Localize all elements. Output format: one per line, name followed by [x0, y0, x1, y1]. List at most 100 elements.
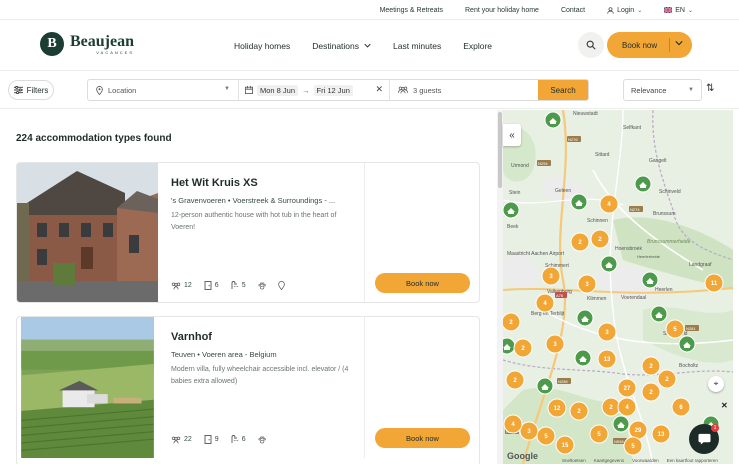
cluster-marker[interactable]: 12 — [547, 398, 567, 418]
cluster-marker[interactable]: 15 — [555, 435, 575, 455]
cluster-marker[interactable]: 13 — [651, 424, 671, 444]
cluster-marker[interactable]: 11 — [704, 273, 724, 293]
cluster-count: 15 — [562, 443, 569, 449]
house-marker[interactable] — [536, 377, 554, 395]
nav-holiday-homes[interactable]: Holiday homes — [234, 41, 290, 51]
house-marker[interactable] — [634, 175, 652, 193]
road-label: N294 — [538, 161, 548, 166]
button-divider — [669, 38, 670, 52]
house-marker[interactable] — [612, 415, 630, 433]
house-marker[interactable] — [570, 193, 588, 211]
filters-button[interactable]: Filters — [8, 80, 54, 100]
cluster-marker[interactable]: 6 — [671, 397, 691, 417]
logo[interactable]: B Beaujean VACANCES — [40, 32, 134, 56]
link-rent-home[interactable]: Rent your holiday home — [465, 7, 539, 14]
house-marker[interactable] — [574, 349, 592, 367]
scrollbar-thumb[interactable] — [498, 112, 502, 188]
map[interactable]: Nieuwstadt Selfkant Sittard Gangelt Urmo… — [503, 110, 733, 464]
cluster-marker[interactable]: 4 — [599, 194, 619, 214]
nav-destinations[interactable]: Destinations — [312, 41, 371, 51]
cluster-marker[interactable]: 5 — [665, 319, 685, 339]
house-marker[interactable] — [678, 335, 696, 353]
header-book-now-button[interactable]: Book now — [607, 32, 692, 58]
card-location: 's Gravenvoeren • Voerstreek & Surroundi… — [171, 196, 336, 205]
cluster-marker[interactable]: 2 — [601, 397, 621, 417]
cluster-marker[interactable]: 2 — [641, 356, 661, 376]
cluster-marker[interactable]: 27 — [617, 378, 637, 398]
sort-order-icon[interactable]: ⇅ — [706, 83, 714, 94]
cluster-marker[interactable]: 3 — [519, 421, 539, 441]
chevron-down-icon[interactable] — [675, 40, 683, 46]
close-icon[interactable]: ✕ — [721, 401, 728, 410]
cluster-marker[interactable]: 2 — [513, 338, 533, 358]
house-marker[interactable] — [503, 201, 520, 219]
cluster-marker[interactable]: 4 — [503, 414, 523, 434]
cluster-marker[interactable]: 3 — [541, 266, 561, 286]
date-range-field[interactable]: Mon 8 Jun → Fri 12 Jun ✕ — [239, 80, 390, 100]
road-label: N276 — [568, 137, 578, 142]
link-meetings[interactable]: Meetings & Retreats — [380, 7, 443, 14]
cluster-count: 12 — [554, 406, 561, 412]
map-canvas[interactable]: Nieuwstadt Selfkant Sittard Gangelt Urmo… — [503, 110, 733, 464]
door-icon — [204, 281, 212, 290]
cluster-marker[interactable]: 2 — [503, 312, 521, 332]
cluster-marker[interactable]: 2 — [590, 229, 610, 249]
place-label: Hoensbroek — [615, 246, 642, 252]
cluster-marker[interactable]: 3 — [577, 274, 597, 294]
attribution-report[interactable]: Een kaartfout rapporteren — [667, 458, 718, 463]
house-marker[interactable] — [503, 337, 516, 355]
cluster-marker[interactable]: 29 — [628, 420, 648, 440]
nav-last-minutes[interactable]: Last minutes — [393, 41, 441, 51]
nav-explore[interactable]: Explore — [463, 41, 492, 51]
book-now-button[interactable]: Book now — [375, 273, 470, 293]
cluster-marker[interactable]: 2 — [569, 401, 589, 421]
house-marker[interactable] — [544, 111, 562, 129]
guests-icon — [398, 86, 408, 94]
login-menu[interactable]: Login ⌄ — [607, 7, 642, 14]
cluster-marker[interactable]: 5 — [623, 436, 643, 456]
card-title[interactable]: Varnhof — [171, 331, 212, 343]
attribution-shortcuts[interactable]: Sneltoetsen — [562, 458, 586, 463]
road-label: N274 — [630, 207, 640, 212]
cluster-marker[interactable]: 3 — [597, 322, 617, 342]
link-contact[interactable]: Contact — [561, 7, 585, 14]
cluster-marker[interactable]: 2 — [570, 232, 590, 252]
cluster-marker[interactable]: 2 — [641, 382, 661, 402]
cluster-marker[interactable]: 4 — [535, 293, 555, 313]
card-title[interactable]: Het Wit Kruis XS — [171, 177, 258, 189]
logo-name: Beaujean — [70, 32, 134, 50]
feature-persons: 22 — [171, 436, 192, 444]
house-marker[interactable] — [600, 255, 618, 273]
collapse-map-button[interactable]: « — [503, 124, 521, 146]
map-recenter-button[interactable]: ⌖ — [708, 376, 724, 392]
header-search-button[interactable] — [578, 32, 604, 58]
accommodation-card[interactable]: Varnhof Teuven • Voeren area - Belgium M… — [16, 316, 480, 464]
guests-field[interactable]: 3 guests — [390, 80, 538, 100]
book-now-button[interactable]: Book now — [375, 428, 470, 448]
location-field[interactable]: Location ▼ — [88, 80, 239, 100]
attribution-mapdata[interactable]: Kaartgegevens — [594, 458, 624, 463]
attribution-terms[interactable]: Voorwaarden — [632, 458, 659, 463]
property-photo[interactable] — [17, 317, 158, 458]
logo-badge: B — [40, 32, 64, 56]
house-marker[interactable] — [650, 305, 668, 323]
map-pin-icon — [96, 85, 103, 95]
cluster-marker[interactable]: 2 — [657, 369, 677, 389]
property-photo[interactable] — [17, 163, 158, 303]
cluster-marker[interactable]: 3 — [545, 334, 565, 354]
language-menu[interactable]: EN ⌄ — [664, 7, 693, 14]
house-marker[interactable] — [641, 271, 659, 289]
search-button[interactable]: Search — [538, 80, 588, 100]
cluster-marker[interactable]: 5 — [589, 424, 609, 444]
cluster-marker[interactable]: 2 — [505, 370, 525, 390]
clear-dates-icon[interactable]: ✕ — [375, 84, 383, 95]
accommodation-card[interactable]: Het Wit Kruis XS 's Gravenvoeren • Voers… — [16, 162, 480, 303]
location-placeholder: Location — [108, 85, 137, 95]
paw-icon — [258, 435, 266, 443]
cluster-marker[interactable]: 13 — [597, 349, 617, 369]
house-marker[interactable] — [576, 309, 594, 327]
sort-select[interactable]: Relevance ▼ — [623, 79, 702, 101]
cluster-marker[interactable]: 5 — [536, 426, 556, 446]
main-header: B Beaujean VACANCES Holiday homes Destin… — [0, 20, 739, 71]
cluster-marker[interactable]: 4 — [617, 397, 637, 417]
